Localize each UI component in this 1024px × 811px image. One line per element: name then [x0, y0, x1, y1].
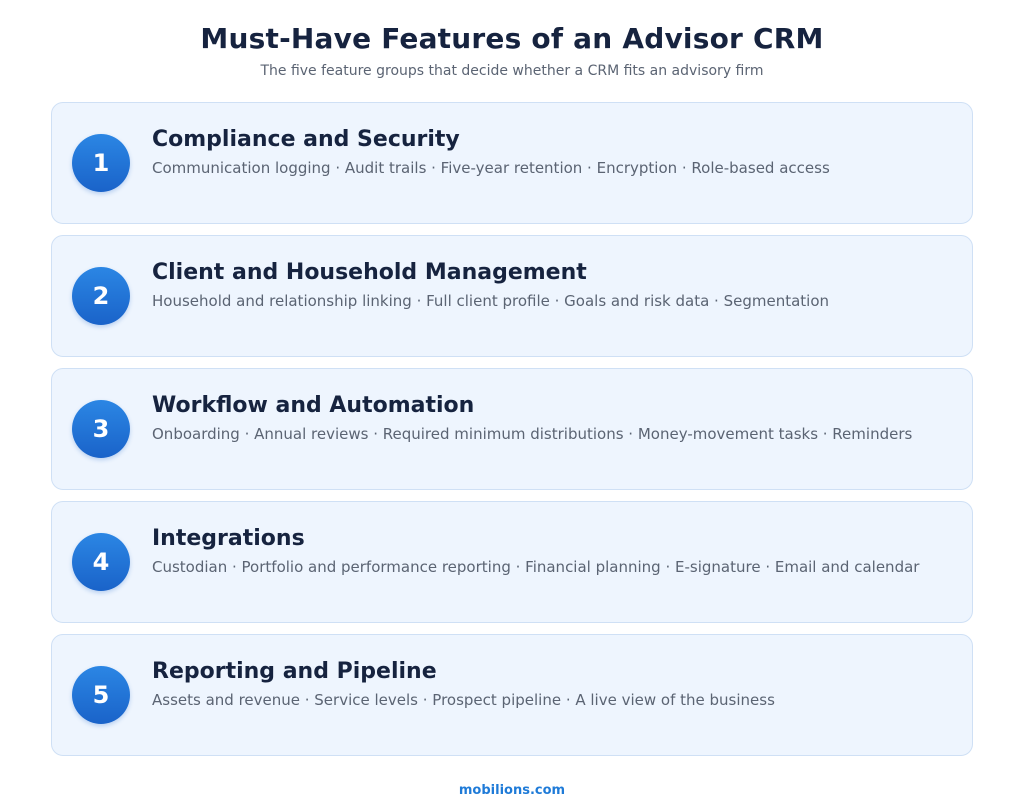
feature-card-reporting: 5 Reporting and Pipeline Assets and reve… — [51, 634, 973, 756]
feature-title: Workflow and Automation — [152, 393, 475, 418]
feature-card-client-household: 2 Client and Household Management Househ… — [51, 235, 973, 357]
feature-description: Assets and revenue · Service levels · Pr… — [152, 691, 775, 709]
feature-description: Communication logging · Audit trails · F… — [152, 159, 830, 177]
feature-number-badge: 5 — [72, 666, 130, 724]
feature-number-badge: 3 — [72, 400, 130, 458]
feature-number-badge: 2 — [72, 267, 130, 325]
page-subtitle: The five feature groups that decide whet… — [260, 63, 764, 79]
feature-list: 1 Compliance and Security Communication … — [51, 102, 973, 767]
feature-number-badge: 4 — [72, 533, 130, 591]
feature-title: Reporting and Pipeline — [152, 659, 437, 684]
feature-title: Compliance and Security — [152, 127, 460, 152]
page-title: Must-Have Features of an Advisor CRM — [200, 22, 824, 55]
feature-card-workflow: 3 Workflow and Automation Onboarding · A… — [51, 368, 973, 490]
footer-brand-link[interactable]: mobilions.com — [0, 783, 1024, 798]
feature-description: Custodian · Portfolio and performance re… — [152, 558, 920, 576]
feature-title: Client and Household Management — [152, 260, 587, 285]
feature-number-badge: 1 — [72, 134, 130, 192]
feature-card-integrations: 4 Integrations Custodian · Portfolio and… — [51, 501, 973, 623]
feature-card-compliance: 1 Compliance and Security Communication … — [51, 102, 973, 224]
feature-title: Integrations — [152, 526, 305, 551]
feature-description: Onboarding · Annual reviews · Required m… — [152, 425, 913, 443]
feature-description: Household and relationship linking · Ful… — [152, 292, 830, 310]
